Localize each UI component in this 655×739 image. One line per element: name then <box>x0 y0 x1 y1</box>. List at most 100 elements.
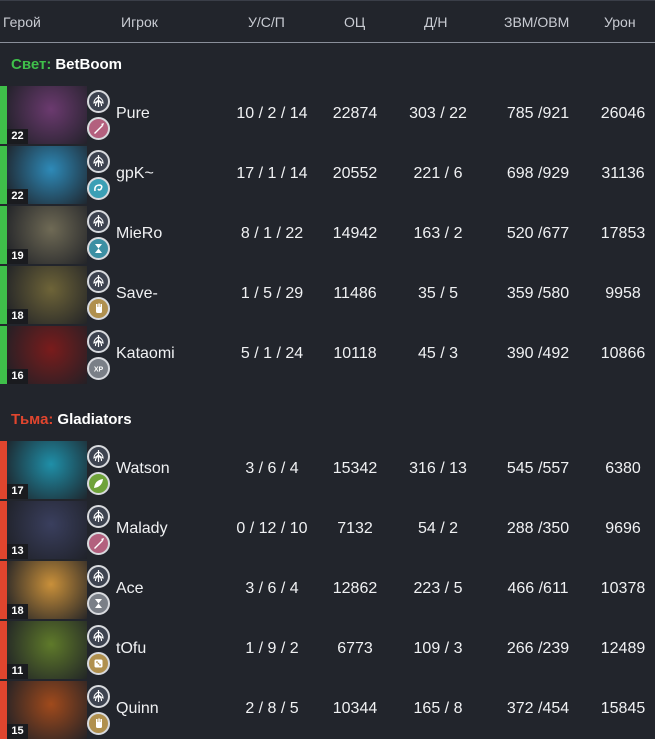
team-color-bar <box>0 206 7 264</box>
networth-value: 10344 <box>332 700 378 717</box>
player-row[interactable]: 13 Malady 0 / 12 / 10 7132 54 / 2 288 /350 969… <box>0 501 655 559</box>
player-row[interactable]: 15 Quinn 2 / 8 / 5 10344 165 / 8 372 /454 1584… <box>0 681 655 739</box>
talent-tree-icon[interactable] <box>87 505 110 528</box>
gpm-xpm-value: 266 /239 <box>506 640 570 657</box>
hourglass-icon <box>87 237 110 260</box>
player-name[interactable]: tOfu <box>116 640 146 658</box>
dagger-icon <box>87 532 110 555</box>
networth-value: 20552 <box>332 165 378 182</box>
player-name[interactable]: Ace <box>116 580 144 598</box>
team-color-bar <box>0 681 7 739</box>
hero-level: 18 <box>7 604 28 619</box>
hero-portrait[interactable]: 18 <box>7 561 87 619</box>
talent-tree-icon[interactable] <box>87 150 110 173</box>
team-color-bar <box>0 266 7 324</box>
gpm-xpm-value: 372 /454 <box>506 700 570 717</box>
gpm-xpm-value: 288 /350 <box>506 520 570 537</box>
dagger-icon <box>87 117 110 140</box>
damage-value: 6380 <box>605 460 641 477</box>
hero-portrait[interactable]: 22 <box>7 86 87 144</box>
player-row[interactable]: 17 Watson 3 / 6 / 4 15342 316 / 13 545 /557 63… <box>0 441 655 499</box>
hand-icon <box>87 712 110 735</box>
team-color-bar <box>0 326 7 384</box>
player-row[interactable]: 16 XP Kataomi 5 / 1 / 24 10118 45 / 3 390 /492… <box>0 326 655 384</box>
hero-portrait[interactable]: 11 <box>7 621 87 679</box>
team-name: BetBoom <box>55 56 123 73</box>
player-name[interactable]: Save- <box>116 285 158 303</box>
hero-portrait[interactable]: 19 <box>7 206 87 264</box>
header-hero[interactable]: Герой <box>3 14 41 30</box>
lasthits-denies-value: 165 / 8 <box>413 700 463 717</box>
header-gpm-xpm[interactable]: ЗВМ/ОВМ <box>504 14 569 30</box>
team-color-bar <box>0 146 7 204</box>
kda-value: 3 / 6 / 4 <box>245 580 299 597</box>
player-name[interactable]: Watson <box>116 460 170 478</box>
player-row[interactable]: 11 tOfu 1 / 9 / 2 6773 109 / 3 266 /239 12489 <box>0 621 655 679</box>
talent-tree-icon[interactable] <box>87 445 110 468</box>
header-player[interactable]: Игрок <box>121 14 158 30</box>
lasthits-denies-value: 303 / 22 <box>409 105 467 122</box>
kda-value: 1 / 5 / 29 <box>240 285 304 302</box>
header-lhdn[interactable]: Д/Н <box>424 14 447 30</box>
hero-portrait[interactable]: 22 <box>7 146 87 204</box>
talent-tree-icon[interactable] <box>87 625 110 648</box>
hero-level: 15 <box>7 724 28 739</box>
hero-portrait[interactable]: 16 <box>7 326 87 384</box>
hero-level: 22 <box>7 189 28 204</box>
damage-value: 9696 <box>605 520 641 537</box>
talent-tree-icon[interactable] <box>87 565 110 588</box>
talent-tree-icon[interactable] <box>87 90 110 113</box>
header-ksd[interactable]: У/С/П <box>248 14 285 30</box>
kda-value: 10 / 2 / 14 <box>236 105 308 122</box>
damage-value: 9958 <box>605 285 641 302</box>
header-damage[interactable]: Урон <box>604 14 636 30</box>
kda-value: 2 / 8 / 5 <box>245 700 299 717</box>
player-row[interactable]: 22 Pure 10 / 2 / 14 22874 303 / 22 785 /921 26… <box>0 86 655 144</box>
talent-tree-icon[interactable] <box>87 270 110 293</box>
lasthits-denies-value: 163 / 2 <box>413 225 463 242</box>
talent-tree-icon[interactable] <box>87 330 110 353</box>
hero-portrait[interactable]: 15 <box>7 681 87 739</box>
kda-value: 1 / 9 / 2 <box>245 640 299 657</box>
damage-value: 10378 <box>600 580 646 597</box>
networth-value: 14942 <box>332 225 378 242</box>
player-row[interactable]: 19 MieRo 8 / 1 / 22 14942 163 / 2 520 /677 178… <box>0 206 655 264</box>
hero-level: 11 <box>7 664 28 679</box>
hero-portrait[interactable]: 18 <box>7 266 87 324</box>
header-networth[interactable]: ОЦ <box>344 14 365 30</box>
hand-icon <box>87 297 110 320</box>
lasthits-denies-value: 223 / 5 <box>413 580 463 597</box>
lasthits-denies-value: 316 / 13 <box>409 460 467 477</box>
hero-level: 19 <box>7 249 28 264</box>
talent-tree-icon[interactable] <box>87 210 110 233</box>
kda-value: 3 / 6 / 4 <box>245 460 299 477</box>
player-name[interactable]: Kataomi <box>116 345 175 363</box>
player-name[interactable]: MieRo <box>116 225 162 243</box>
networth-value: 15342 <box>332 460 378 477</box>
player-row[interactable]: 18 Ace 3 / 6 / 4 12862 223 / 5 466 /611 10378 <box>0 561 655 619</box>
team-color-bar <box>0 561 7 619</box>
talent-tree-icon[interactable] <box>87 685 110 708</box>
kda-value: 8 / 1 / 22 <box>240 225 304 242</box>
networth-value: 12862 <box>332 580 378 597</box>
lasthits-denies-value: 221 / 6 <box>413 165 463 182</box>
team-side-label: Свет: <box>11 56 52 73</box>
player-name[interactable]: Pure <box>116 105 150 123</box>
hero-portrait[interactable]: 13 <box>7 501 87 559</box>
hourglass-icon <box>87 592 110 615</box>
player-name[interactable]: Quinn <box>116 700 159 718</box>
player-name[interactable]: Malady <box>116 520 168 538</box>
damage-value: 12489 <box>600 640 646 657</box>
damage-value: 26046 <box>600 105 646 122</box>
hero-portrait[interactable]: 17 <box>7 441 87 499</box>
lasthits-denies-value: 35 / 5 <box>417 285 459 302</box>
player-name[interactable]: gpK~ <box>116 165 154 183</box>
player-row[interactable]: 18 Save- 1 / 5 / 29 11486 35 / 5 359 /580 9958 <box>0 266 655 324</box>
gpm-xpm-value: 785 /921 <box>506 105 570 122</box>
gpm-xpm-value: 545 /557 <box>506 460 570 477</box>
damage-value: 17853 <box>600 225 646 242</box>
kda-value: 0 / 12 / 10 <box>236 520 308 537</box>
team-color-bar <box>0 86 7 144</box>
player-row[interactable]: 22 gpK~ 17 / 1 / 14 20552 221 / 6 698 /929 311… <box>0 146 655 204</box>
lasthits-denies-value: 109 / 3 <box>413 640 463 657</box>
